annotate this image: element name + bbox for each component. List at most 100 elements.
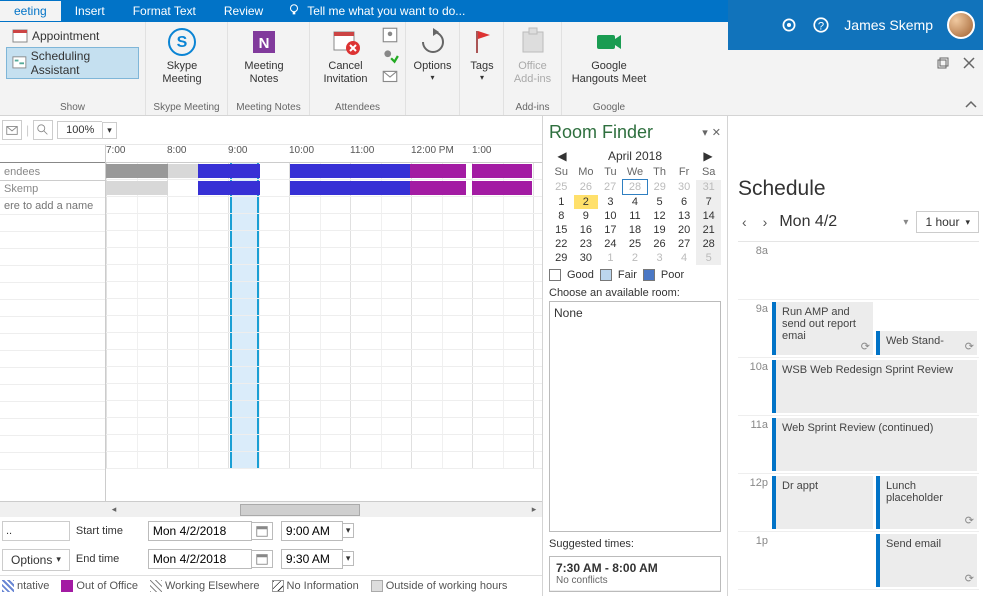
cal-next-icon[interactable]: ▶ (701, 149, 715, 163)
cal-day[interactable]: 23 (574, 237, 599, 251)
scroll-thumb[interactable] (240, 504, 360, 516)
response-options-icon[interactable] (381, 68, 399, 86)
cal-day[interactable]: 22 (549, 237, 574, 251)
cal-day[interactable]: 31 (696, 180, 721, 195)
suggested-time-item[interactable]: 7:30 AM - 8:00 AM No conflicts (550, 557, 720, 591)
scheduling-assistant-button[interactable]: Scheduling Assistant (6, 47, 139, 79)
start-date-input[interactable] (148, 521, 252, 541)
mini-calendar[interactable]: SuMoTuWeThFrSa25262728293031123456789101… (549, 165, 721, 265)
cal-day[interactable]: 2 (623, 251, 648, 265)
zoom-control[interactable]: 100% ▾ (57, 121, 117, 139)
cal-day[interactable]: 17 (598, 223, 623, 237)
rf-close-icon[interactable]: ✕ (712, 126, 721, 139)
sched-next-icon[interactable]: › (759, 212, 772, 232)
cal-day[interactable]: 11 (623, 209, 648, 223)
cal-day[interactable]: 24 (598, 237, 623, 251)
google-hangouts-button[interactable]: Google Hangouts Meet (566, 24, 652, 88)
send-update-button[interactable] (2, 120, 22, 140)
schedule-event[interactable]: Lunch placeholder⟳ (876, 476, 977, 529)
schedule-event[interactable]: Web Stand-⟳ (876, 331, 977, 355)
cal-day[interactable]: 18 (623, 223, 648, 237)
cal-day[interactable]: 9 (574, 209, 599, 223)
autopick-button[interactable]: .. (2, 521, 70, 541)
cal-day[interactable]: 26 (647, 237, 672, 251)
cal-day[interactable]: 5 (647, 195, 672, 210)
cal-day[interactable]: 13 (672, 209, 697, 223)
cal-day[interactable]: 27 (598, 180, 623, 195)
schedule-event[interactable]: Dr appt (772, 476, 873, 529)
meeting-notes-button[interactable]: N Meeting Notes (232, 24, 296, 88)
cal-day[interactable]: 28 (696, 237, 721, 251)
attendee-row[interactable]: Skemp (0, 181, 105, 198)
schedule-event[interactable]: Send email⟳ (876, 534, 977, 587)
start-time-input[interactable] (281, 521, 343, 541)
settings-icon[interactable] (780, 16, 798, 34)
end-time-input[interactable] (281, 549, 343, 569)
check-names-icon[interactable] (381, 47, 399, 65)
scroll-left-icon[interactable]: ◂ (106, 502, 122, 518)
sched-range-dropdown[interactable]: 1 hour ▾ (916, 211, 979, 233)
tell-me[interactable]: Tell me what you want to do... (287, 3, 465, 20)
zoom-dropdown[interactable]: ▾ (102, 122, 117, 139)
suggested-times-list[interactable]: 7:30 AM - 8:00 AM No conflicts (549, 556, 721, 592)
cal-day[interactable]: 2 (574, 195, 599, 210)
cal-day[interactable]: 15 (549, 223, 574, 237)
tab-insert[interactable]: Insert (61, 1, 119, 21)
cal-day[interactable]: 6 (672, 195, 697, 210)
restore-icon[interactable] (935, 55, 951, 71)
sched-prev-icon[interactable]: ‹ (738, 212, 751, 232)
cal-day[interactable]: 14 (696, 209, 721, 223)
tab-review[interactable]: Review (210, 1, 277, 21)
start-time-dropdown[interactable]: ▾ (343, 523, 355, 538)
cal-day[interactable]: 5 (696, 251, 721, 265)
cal-day[interactable]: 8 (549, 209, 574, 223)
tags-button[interactable]: Tags ▾ (464, 24, 500, 85)
appointment-button[interactable]: Appointment (6, 26, 139, 46)
ribbon-collapse-button[interactable] (963, 97, 979, 113)
schedule-event[interactable]: WSB Web Redesign Sprint Review (772, 360, 977, 413)
cal-day[interactable]: 12 (647, 209, 672, 223)
add-attendee-row[interactable] (0, 198, 105, 215)
cal-day[interactable]: 27 (672, 237, 697, 251)
cal-day[interactable]: 1 (598, 251, 623, 265)
options-button[interactable]: Options ▾ (2, 549, 70, 571)
rf-dropdown-icon[interactable]: ▾ (702, 126, 708, 139)
end-date-picker-icon[interactable] (252, 550, 273, 568)
cal-day[interactable]: 29 (549, 251, 574, 265)
start-date-picker-icon[interactable] (252, 522, 273, 540)
cal-day[interactable]: 1 (549, 195, 574, 210)
help-icon[interactable]: ? (812, 16, 830, 34)
cal-day[interactable]: 25 (623, 237, 648, 251)
cancel-invitation-button[interactable]: Cancel Invitation (314, 24, 377, 88)
close-icon[interactable] (961, 55, 977, 71)
cal-day[interactable]: 28 (623, 180, 648, 195)
cal-day[interactable]: 29 (647, 180, 672, 195)
cal-day[interactable]: 30 (574, 251, 599, 265)
cal-day[interactable]: 10 (598, 209, 623, 223)
schedule-event[interactable]: Run AMP and send out report emai⟳ (772, 302, 873, 355)
zoom-icon-button[interactable] (33, 120, 53, 140)
options-ribbon-button[interactable]: Options ▾ (410, 24, 455, 85)
office-addins-button[interactable]: Office Add-ins (508, 24, 557, 88)
tab-meeting[interactable]: eeting (0, 1, 61, 21)
cal-day[interactable]: 16 (574, 223, 599, 237)
address-book-icon[interactable] (381, 26, 399, 44)
room-list[interactable]: None (549, 301, 721, 532)
cal-day[interactable]: 20 (672, 223, 697, 237)
tab-format-text[interactable]: Format Text (119, 1, 210, 21)
end-date-input[interactable] (148, 549, 252, 569)
cal-day[interactable]: 3 (598, 195, 623, 210)
cal-day[interactable]: 19 (647, 223, 672, 237)
cal-day[interactable]: 4 (623, 195, 648, 210)
scroll-right-icon[interactable]: ▸ (526, 502, 542, 518)
cal-day[interactable]: 26 (574, 180, 599, 195)
cal-day[interactable]: 7 (696, 195, 721, 210)
cal-day[interactable]: 3 (647, 251, 672, 265)
cal-day[interactable]: 30 (672, 180, 697, 195)
cal-prev-icon[interactable]: ◀ (555, 149, 569, 163)
cal-day[interactable]: 4 (672, 251, 697, 265)
cal-day[interactable]: 21 (696, 223, 721, 237)
sched-date[interactable]: Mon 4/2 (779, 213, 895, 231)
end-time-dropdown[interactable]: ▾ (343, 551, 355, 566)
add-attendee-input[interactable] (4, 200, 101, 212)
